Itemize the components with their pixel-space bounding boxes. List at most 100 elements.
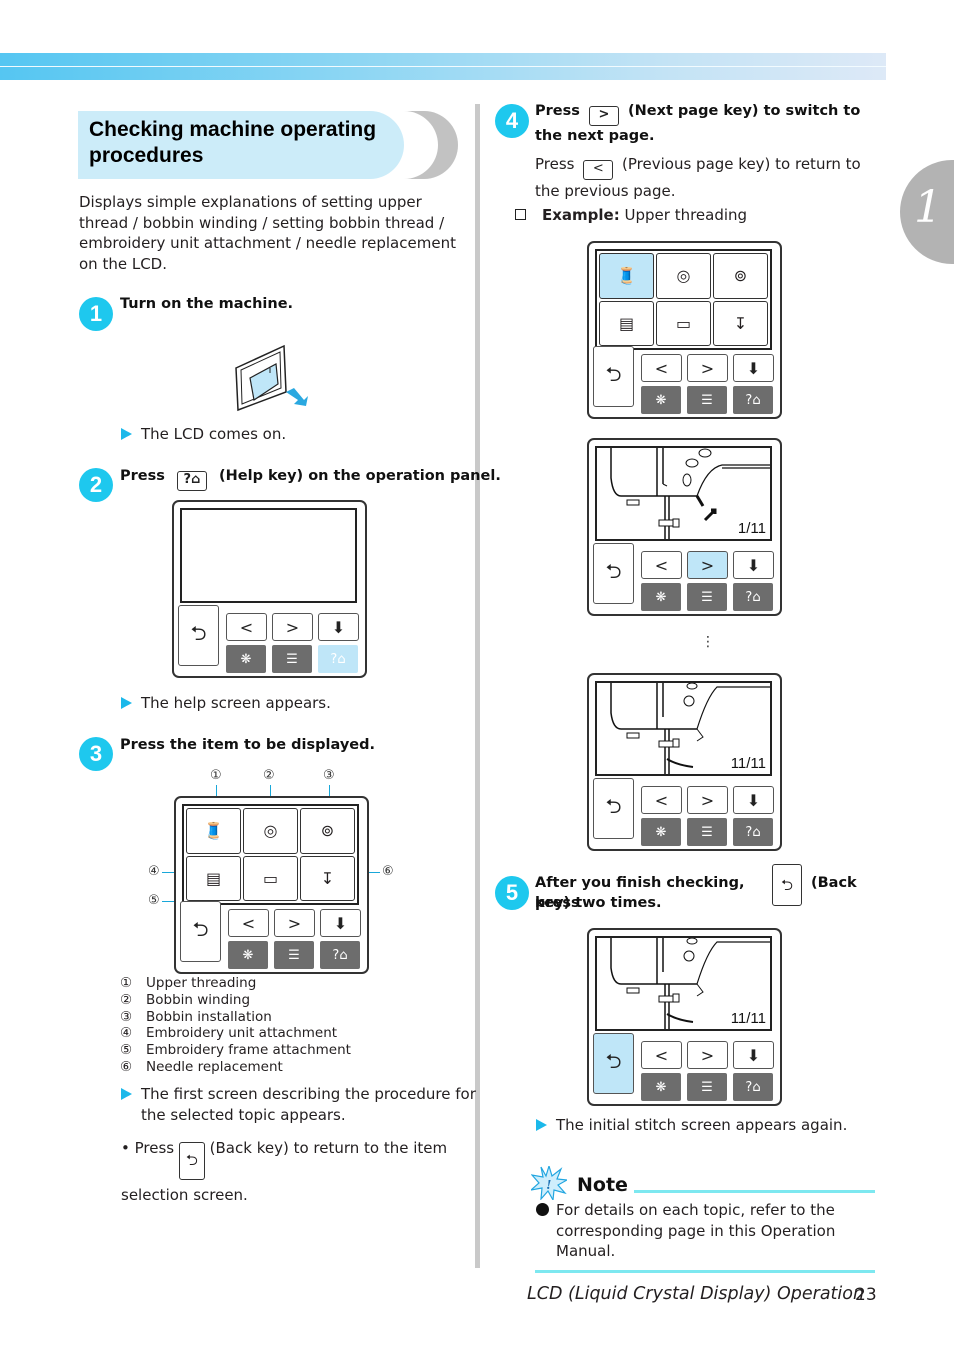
upper-threading-icon: 🧵 [203, 821, 224, 841]
step-1-result: The LCD comes on. [121, 424, 286, 445]
note-heading: Note [577, 1174, 628, 1196]
step-5-result: The initial stitch screen appears again. [536, 1115, 847, 1136]
step-1-title: Turn on the machine. [120, 296, 294, 312]
topic-bobbin-winding[interactable]: ◎ [656, 253, 711, 299]
header-band [0, 53, 886, 80]
step-3-title: Press the item to be displayed. [120, 737, 375, 753]
embroidery-key-icon[interactable]: ❋ [228, 941, 268, 969]
legend-item: ① Upper threading [120, 975, 257, 991]
result-arrow-icon [121, 697, 132, 709]
step-5-number: 5 [495, 876, 529, 910]
lcd-item-grid: 🧵 ◎ ⊚ ▤ ▭ ↧ [182, 804, 359, 905]
example-line: Example: Upper threading [515, 205, 747, 226]
embroidery-key-icon[interactable]: ❋ [641, 818, 681, 846]
lcd-threading-illustration: 11/11 [595, 681, 772, 776]
back-key[interactable]: ⮌ [180, 901, 221, 962]
embroidery-key-icon[interactable]: ❋ [641, 1073, 681, 1101]
page-indicator: 11/11 [730, 755, 766, 772]
back-key[interactable]: ⮌ [593, 778, 634, 839]
next-page-key[interactable]: > [687, 354, 728, 382]
bobbin-installation-icon: ⊚ [733, 266, 748, 286]
prev-page-key[interactable]: < [641, 551, 682, 579]
pocket-key-icon[interactable]: ⬇ [733, 1041, 774, 1069]
pocket-key-icon[interactable]: ⬇ [318, 613, 359, 641]
note-rule-top [634, 1190, 875, 1193]
lcd-panel-item-selection: 🧵 ◎ ⊚ ▤ ▭ ↧ ⮌ < > ⬇ ❋ ☰ ?⌂ [174, 796, 369, 974]
next-page-key[interactable]: > [687, 551, 728, 579]
document-key-icon[interactable]: ☰ [272, 645, 312, 673]
topic-embroidery-frame[interactable]: ▭ [656, 300, 711, 346]
document-key-icon[interactable]: ☰ [687, 386, 727, 414]
prev-page-key[interactable]: < [641, 354, 682, 382]
footer-title: LCD (Liquid Crystal Display) Operation [527, 1284, 865, 1304]
back-key[interactable]: ⮌ [593, 346, 634, 407]
document-key-icon[interactable]: ☰ [687, 1073, 727, 1101]
help-key[interactable]: ?⌂ [318, 645, 358, 673]
step-5-title-suffix: (Back [811, 875, 857, 891]
checkbox-bullet-icon [515, 209, 526, 220]
topic-needle-replacement[interactable]: ↧ [300, 855, 355, 901]
document-key-icon[interactable]: ☰ [274, 941, 314, 969]
upper-threading-icon: 🧵 [616, 266, 637, 286]
pocket-key-icon[interactable]: ⬇ [733, 551, 774, 579]
pocket-key-icon[interactable]: ⬇ [733, 786, 774, 814]
topic-embroidery-frame[interactable]: ▭ [243, 855, 298, 901]
topic-embroidery-unit[interactable]: ▤ [186, 855, 241, 901]
legend-item: ⑤ Embroidery frame attachment [120, 1042, 351, 1059]
help-key[interactable]: ?⌂ [733, 386, 773, 414]
topic-needle-replacement[interactable]: ↧ [713, 300, 768, 346]
prev-page-key[interactable]: < [228, 909, 269, 937]
embroidery-key-icon[interactable]: ❋ [641, 386, 681, 414]
topic-embroidery-unit[interactable]: ▤ [599, 300, 654, 346]
next-page-key-icon: > [588, 106, 619, 126]
help-key[interactable]: ?⌂ [733, 583, 773, 611]
prev-page-key[interactable]: < [641, 786, 682, 814]
step-5-title-line2: key) two times. [535, 895, 662, 911]
next-page-key[interactable]: > [274, 909, 315, 937]
back-key[interactable]: ⮌ [593, 543, 634, 604]
back-key[interactable]: ⮌ [593, 1033, 634, 1094]
lcd-item-grid: 🧵 ◎ ⊚ ▤ ▭ ↧ [595, 249, 772, 350]
help-key[interactable]: ?⌂ [320, 941, 360, 969]
prev-page-key[interactable]: < [226, 613, 267, 641]
back-key-icon: ⮌ [178, 1142, 205, 1180]
step-3-result: The first screen describing the procedur… [121, 1084, 486, 1125]
embroidery-key-icon[interactable]: ❋ [226, 645, 266, 673]
embroidery-key-icon[interactable]: ❋ [641, 583, 681, 611]
bobbin-winding-icon: ◎ [263, 821, 278, 841]
prev-page-key[interactable]: < [641, 1041, 682, 1069]
needle-icon: ↧ [320, 868, 335, 888]
lcd-panel-example-selected: 🧵 ◎ ⊚ ▤ ▭ ↧ ⮌ < > ⬇ ❋ ☰ ?⌂ [587, 241, 782, 419]
topic-bobbin-installation[interactable]: ⊚ [713, 253, 768, 299]
topic-bobbin-winding[interactable]: ◎ [243, 808, 298, 854]
lcd-threading-illustration: 1/11 [595, 446, 772, 541]
step-3-back-note: • Press ⮌ (Back key) to return to the it… [121, 1139, 448, 1204]
callout-4: ④ [148, 864, 160, 879]
embroidery-unit-icon: ▤ [618, 313, 635, 333]
next-page-key[interactable]: > [272, 613, 313, 641]
legend-item: ④ Embroidery unit attachment [120, 1025, 338, 1042]
bullet-icon [536, 1203, 549, 1216]
next-page-key[interactable]: > [687, 786, 728, 814]
topic-bobbin-installation[interactable]: ⊚ [300, 808, 355, 854]
topic-upper-threading[interactable]: 🧵 [186, 808, 241, 854]
result-arrow-icon [536, 1119, 547, 1131]
bobbin-installation-icon: ⊚ [320, 821, 335, 841]
help-key[interactable]: ?⌂ [733, 818, 773, 846]
topic-upper-threading[interactable]: 🧵 [599, 253, 654, 299]
step-4-number: 4 [495, 104, 529, 138]
help-key[interactable]: ?⌂ [733, 1073, 773, 1101]
lcd-panel-page-first: 1/11 ⮌ < > ⬇ ❋ ☰ ?⌂ [587, 438, 782, 616]
pocket-key-icon[interactable]: ⬇ [320, 909, 361, 937]
document-key-icon[interactable]: ☰ [687, 818, 727, 846]
next-page-key[interactable]: > [687, 1041, 728, 1069]
note-rule-bottom [535, 1270, 875, 1273]
section-title-banner: Checking machine operating procedures [78, 111, 458, 179]
document-key-icon[interactable]: ☰ [687, 583, 727, 611]
embroidery-frame-icon: ▭ [262, 868, 279, 888]
back-key[interactable]: ⮌ [178, 605, 219, 666]
pocket-key-icon[interactable]: ⬇ [733, 354, 774, 382]
back-key-icon: ⮌ [772, 864, 802, 906]
section-title: Checking machine operating procedures [89, 118, 377, 167]
step-4-subtext: Press < (Previous page key) to return to… [535, 155, 861, 200]
